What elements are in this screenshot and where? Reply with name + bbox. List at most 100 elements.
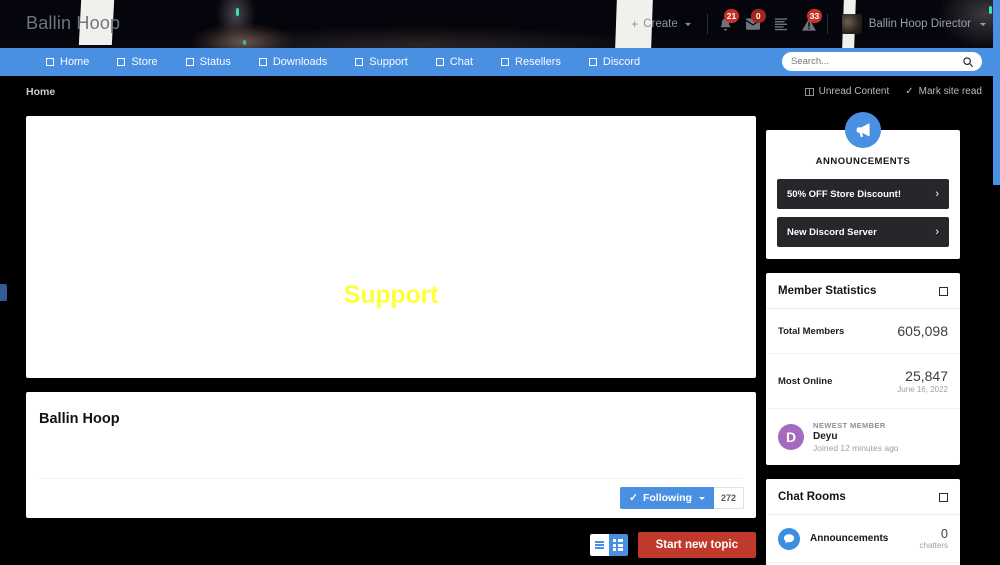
search-box[interactable] [782, 52, 982, 71]
chat-count-value: 0 [941, 527, 948, 541]
nav-item-store[interactable]: Store [103, 48, 171, 76]
left-edge-tab[interactable] [0, 284, 7, 301]
announcements-title: ANNOUNCEMENTS [815, 156, 911, 167]
breadcrumb-bar: Home Unread Content ✓ Mark site read [0, 76, 1000, 110]
mark-site-read-link[interactable]: ✓ Mark site read [905, 86, 982, 97]
collapse-toggle-icon[interactable] [939, 492, 948, 502]
chevron-down-icon [698, 496, 705, 500]
nav-item-chat[interactable]: Chat [422, 48, 487, 76]
chat-room-name: Announcements [810, 533, 889, 544]
nav-item-label: Discord [602, 56, 641, 68]
nav-item-home[interactable]: Home [32, 48, 103, 76]
chat-bubble-icon [778, 527, 800, 550]
announcement-item[interactable]: 50% OFF Store Discount! › [777, 179, 949, 209]
following-button[interactable]: ✓ Following [620, 487, 714, 509]
stat-value: 605,098 [897, 323, 948, 339]
nav-item-status[interactable]: Status [172, 48, 245, 76]
header-user-bar: + Create 21 0 33 Ballin Hoop Director [619, 0, 992, 48]
newest-member-joined: Joined 12 minutes ago [813, 443, 899, 453]
avatar: D [778, 424, 804, 450]
grid-view-button[interactable] [608, 534, 628, 556]
nav-item-resellers[interactable]: Resellers [487, 48, 575, 76]
nav-item-label: Support [369, 56, 408, 68]
follow-control: ✓ Following 272 [620, 487, 744, 509]
messages-envelope-icon[interactable]: 0 [739, 0, 767, 48]
avatar [841, 14, 862, 34]
member-statistics-title: Member Statistics [778, 285, 877, 297]
square-icon [355, 58, 364, 66]
announcement-label: 50% OFF Store Discount! [787, 188, 902, 200]
stat-total-members: Total Members 605,098 [766, 309, 960, 354]
divider [826, 14, 828, 34]
square-icon [258, 58, 267, 66]
chevron-down-icon [684, 22, 691, 26]
start-new-topic-button[interactable]: Start new topic [637, 532, 756, 558]
page-root: Ballin Hoop + Create 21 0 33 Ballin Hoop… [0, 0, 1000, 565]
user-menu[interactable]: Ballin Hoop Director [832, 0, 992, 48]
unread-content-icon [804, 87, 814, 96]
forum-toolbar: Start new topic [26, 532, 756, 558]
chevron-right-icon: › [935, 188, 939, 200]
square-icon [588, 58, 597, 66]
stat-most-online: Most Online 25,847 June 16, 2022 [766, 354, 960, 409]
chat-room-item[interactable]: Announcements 0 chatters [766, 515, 960, 563]
megaphone-icon [845, 112, 881, 148]
following-button-label: Following [642, 492, 692, 504]
nav-item-label: Home [60, 56, 90, 68]
square-icon [117, 58, 126, 66]
page-scrollbar[interactable] [993, 0, 1000, 565]
notifications-bell-icon[interactable]: 21 [712, 0, 740, 48]
nav-item-label: Chat [449, 56, 474, 68]
announcement-item[interactable]: New Discord Server › [777, 217, 949, 247]
follower-count[interactable]: 272 [713, 487, 744, 509]
unread-content-link[interactable]: Unread Content [804, 86, 890, 97]
nav-item-support[interactable]: Support [341, 48, 422, 76]
chevron-right-icon: › [935, 226, 939, 238]
chat-rooms-card: Chat Rooms Announcements 0 chatters [766, 479, 960, 565]
square-icon [185, 58, 194, 66]
newest-member-info: NEWEST MEMBER Deyu Joined 12 minutes ago [813, 421, 899, 453]
breadcrumb[interactable]: Home [26, 86, 55, 98]
nav-item-discord[interactable]: Discord [575, 48, 654, 76]
newest-member-name[interactable]: Deyu [813, 431, 899, 442]
stat-date: June 16, 2022 [897, 385, 948, 394]
chat-room-count: 0 chatters [920, 527, 948, 550]
moderation-alert-icon[interactable]: 33 [795, 0, 823, 48]
search-input[interactable] [791, 56, 963, 67]
search-container [782, 52, 982, 71]
create-button[interactable]: + Create [619, 0, 703, 48]
stat-label: Most Online [778, 375, 833, 387]
member-statistics-card: Member Statistics Total Members 605,098 … [766, 273, 960, 465]
activity-list-icon[interactable] [767, 0, 795, 48]
newest-member-kicker: NEWEST MEMBER [813, 421, 886, 430]
nav-items: Home Store Status Downloads Support Chat [0, 48, 654, 76]
chat-count-unit: chatters [919, 541, 948, 550]
banner-glint [243, 40, 246, 45]
site-title[interactable]: Ballin Hoop [26, 13, 120, 34]
unread-content-label: Unread Content [818, 86, 890, 97]
check-icon: ✓ [905, 86, 914, 97]
sidebar: ANNOUNCEMENTS 50% OFF Store Discount! › … [766, 112, 960, 565]
plus-icon: + [631, 17, 639, 31]
hero-heading: Support [343, 281, 439, 309]
list-view-button[interactable] [589, 534, 609, 556]
view-toggle-group [589, 534, 628, 556]
nav-item-label: Store [131, 56, 158, 68]
notifications-badge: 21 [723, 9, 740, 23]
nav-item-label: Status [199, 56, 231, 68]
collapse-toggle-icon[interactable] [939, 286, 948, 296]
page-scrollbar-thumb[interactable] [993, 0, 1000, 185]
moderation-badge: 33 [806, 9, 823, 23]
newest-member-row[interactable]: D NEWEST MEMBER Deyu Joined 12 minutes a… [766, 409, 960, 465]
square-icon [46, 58, 54, 66]
main-content: Support Ballin Hoop ✓ Following 272 [26, 116, 756, 518]
square-icon [435, 58, 444, 66]
nav-item-downloads[interactable]: Downloads [245, 48, 341, 76]
create-button-label: Create [643, 18, 678, 30]
square-icon [501, 58, 510, 66]
check-icon: ✓ [629, 492, 638, 504]
mark-site-read-label: Mark site read [918, 86, 982, 97]
search-icon[interactable] [963, 56, 973, 67]
banner-glint [236, 8, 239, 16]
divider [39, 478, 743, 479]
